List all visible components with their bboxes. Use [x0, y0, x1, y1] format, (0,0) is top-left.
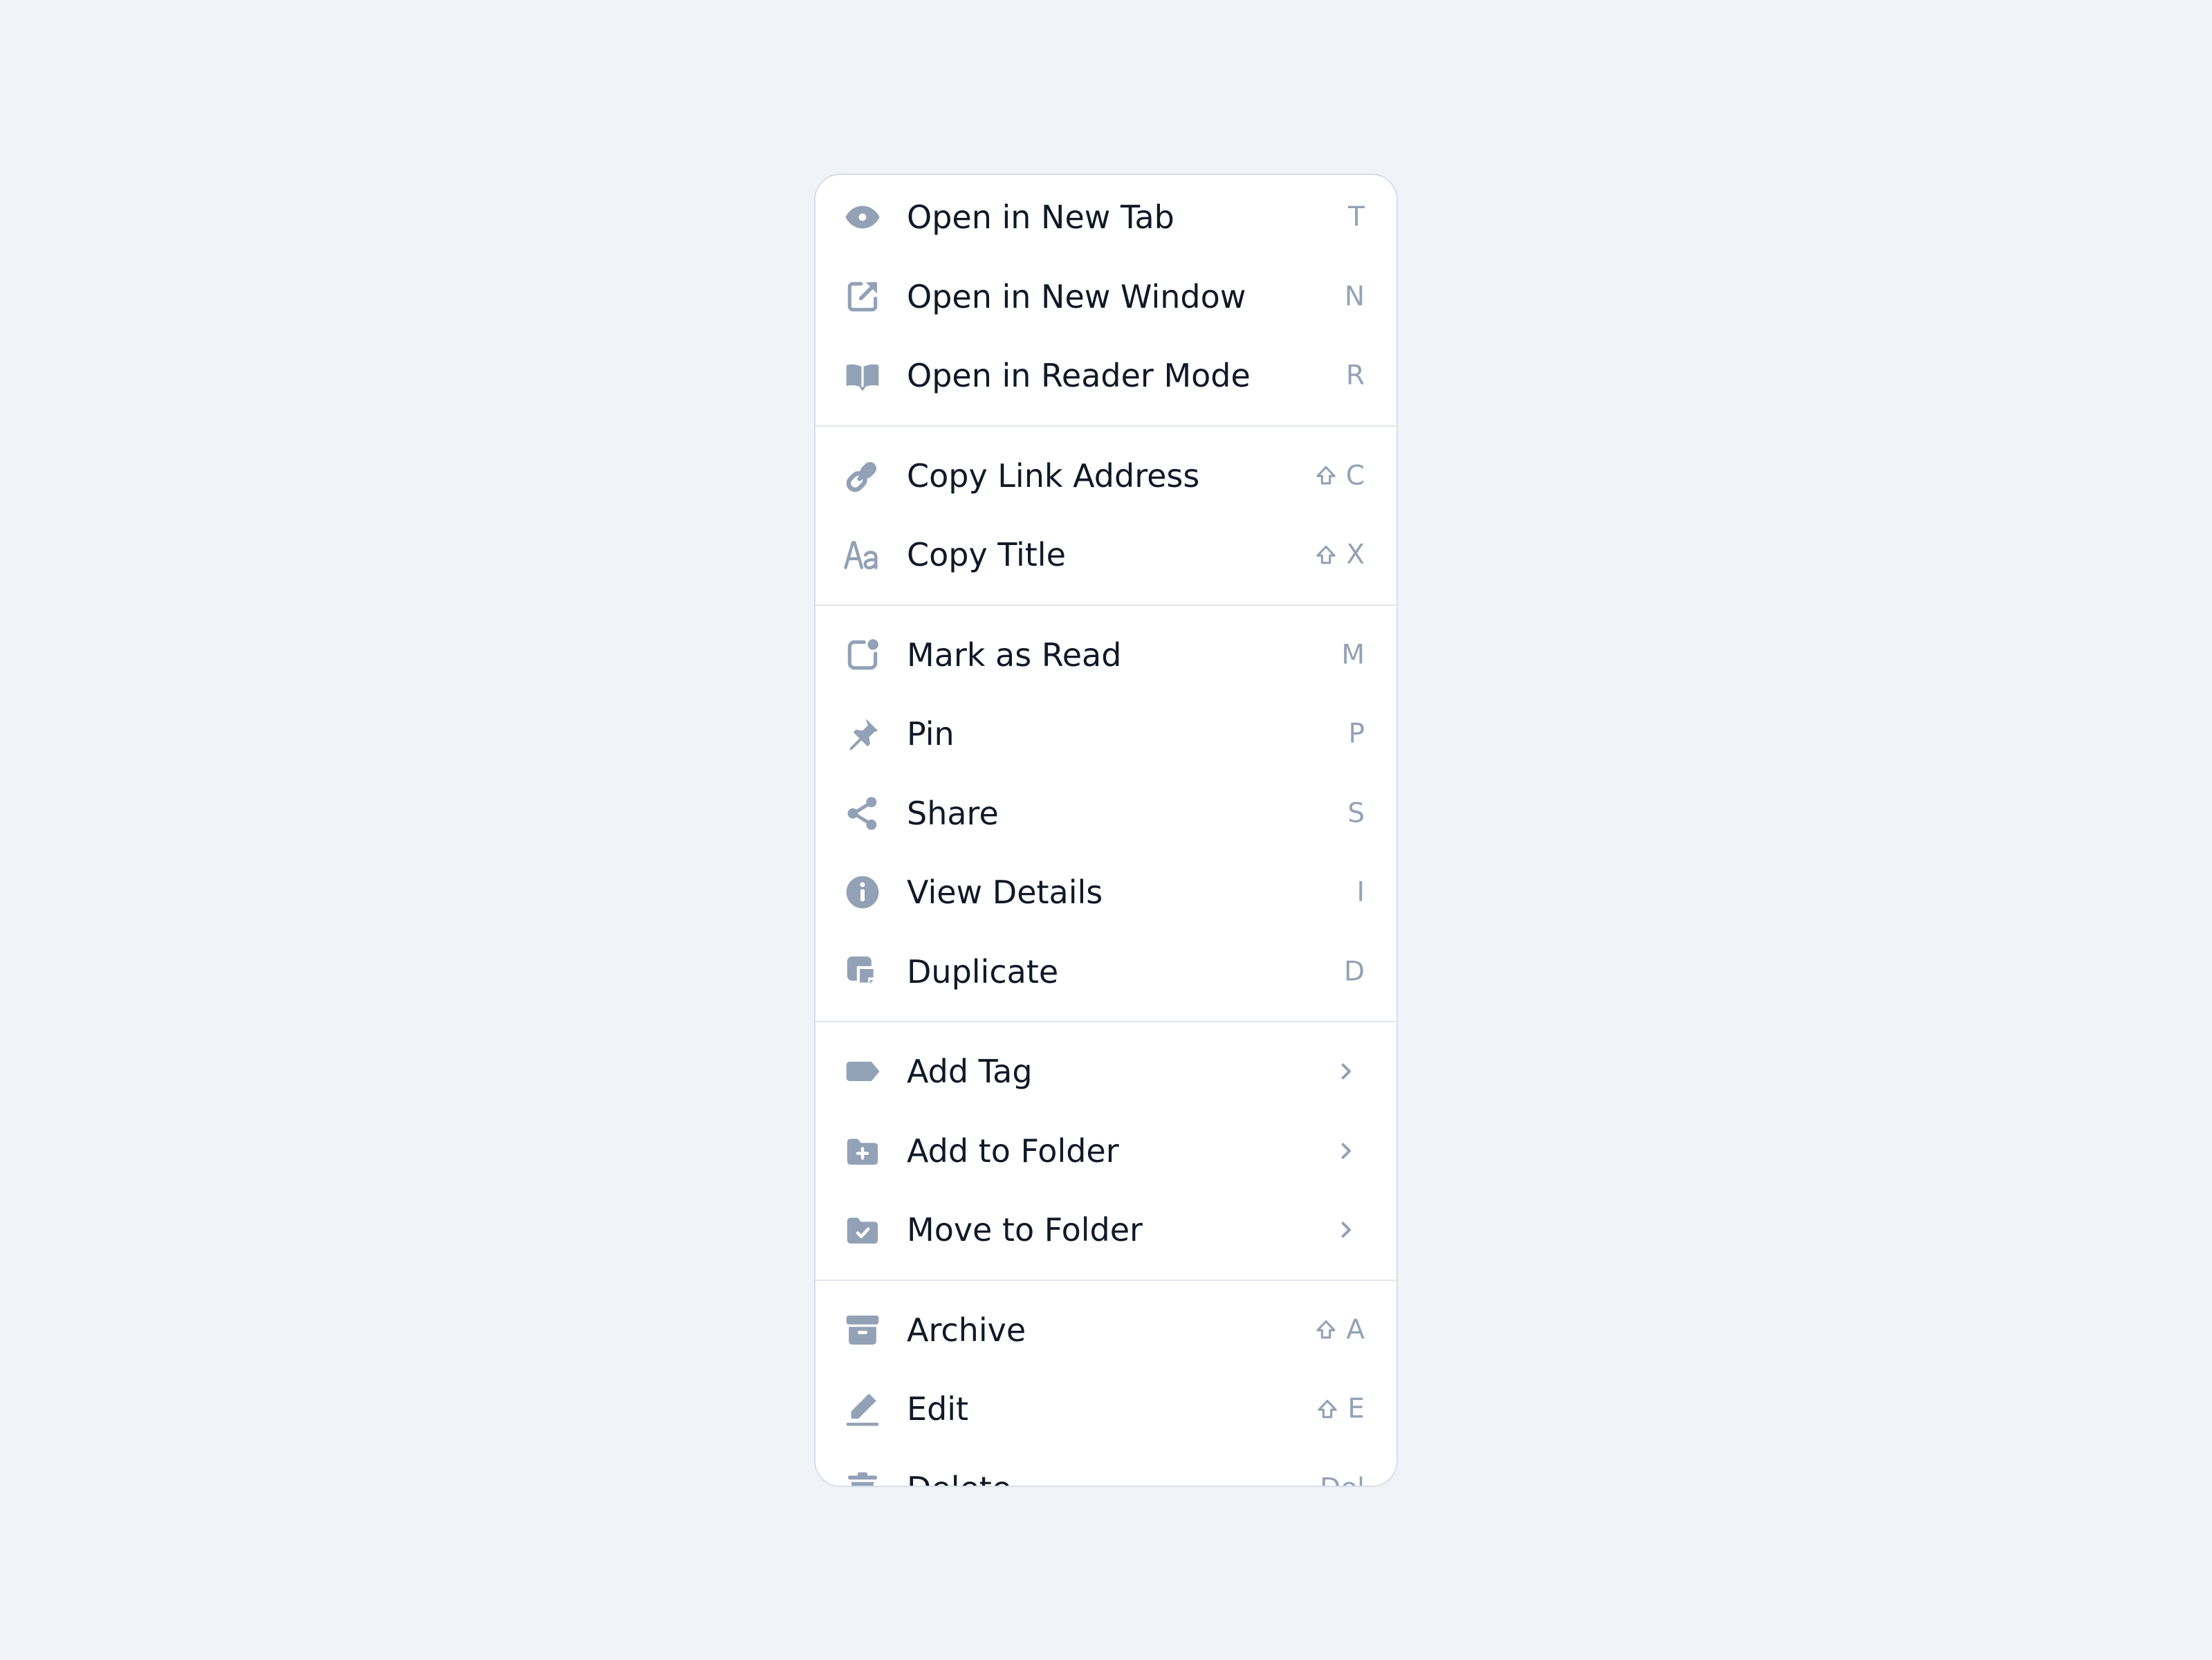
- shift-key-icon: [1314, 464, 1338, 488]
- trash-icon: [843, 1469, 882, 1486]
- shortcut-text: E: [1347, 1393, 1365, 1425]
- menu-item-share[interactable]: Share S: [815, 774, 1397, 854]
- menu-item-label: Copy Link Address: [907, 456, 1200, 495]
- menu-item-label: Move to Folder: [907, 1211, 1143, 1249]
- external-link-icon: [843, 277, 882, 316]
- shortcut-text: C: [1345, 460, 1365, 492]
- shortcut-key: D: [1344, 958, 1365, 985]
- shortcut-text: T: [1348, 201, 1365, 233]
- shift-key-icon: [1314, 543, 1338, 566]
- chevron-right-icon: [1336, 1141, 1356, 1161]
- shortcut-key: N: [1345, 283, 1365, 310]
- context-menu: Open in New Tab T Open in New Window N O…: [814, 174, 1398, 1487]
- shortcut-key: T: [1348, 204, 1365, 231]
- menu-item-label: Open in New Tab: [907, 199, 1174, 237]
- menu-item-label: Edit: [907, 1390, 969, 1428]
- shortcut-key: S: [1347, 800, 1365, 827]
- tag-icon: [843, 1052, 882, 1091]
- badge-dot-icon: [843, 636, 882, 674]
- text-aa-icon: [843, 535, 882, 574]
- shift-key-icon: [1316, 1397, 1339, 1421]
- menu-item-label: View Details: [907, 874, 1103, 912]
- shortcut-text: I: [1356, 876, 1365, 908]
- pencil-icon: [843, 1390, 882, 1428]
- menu-item-label: Share: [907, 794, 999, 832]
- menu-item-label: Pin: [907, 715, 955, 753]
- menu-item-label: Archive: [907, 1311, 1026, 1349]
- menu-item-open-in-reader-mode[interactable]: Open in Reader Mode R: [815, 336, 1397, 416]
- shortcut-key: I: [1356, 879, 1365, 906]
- menu-group: Add Tag Add to Folder Move to Folder: [815, 1021, 1397, 1280]
- shortcut-key: Del: [1320, 1475, 1365, 1486]
- share-icon: [843, 794, 882, 833]
- menu-item-add-to-folder[interactable]: Add to Folder: [815, 1112, 1397, 1191]
- menu-item-pin[interactable]: Pin P: [815, 694, 1397, 774]
- shortcut-text: M: [1341, 639, 1365, 671]
- menu-item-open-in-new-window[interactable]: Open in New Window N: [815, 257, 1397, 337]
- shortcut-text: P: [1348, 718, 1365, 750]
- shortcut-text: S: [1347, 797, 1365, 829]
- menu-item-archive[interactable]: Archive A: [815, 1291, 1397, 1370]
- folder-check-icon: [843, 1210, 882, 1249]
- menu-item-edit[interactable]: Edit E: [815, 1370, 1397, 1449]
- shortcut-text: R: [1345, 360, 1365, 391]
- menu-item-label: Copy Title: [907, 536, 1066, 574]
- shortcut-text: Del: [1320, 1475, 1365, 1486]
- menu-item-label: Add to Folder: [907, 1132, 1119, 1170]
- shortcut-key: R: [1346, 362, 1365, 389]
- archive-icon: [843, 1311, 882, 1349]
- shortcut-key: C: [1314, 462, 1365, 489]
- shortcut-text: N: [1344, 281, 1365, 313]
- book-open-icon: [843, 356, 882, 395]
- shortcut-key: X: [1314, 542, 1365, 569]
- duplicate-icon: [843, 952, 882, 991]
- menu-item-view-details[interactable]: View Details I: [815, 853, 1397, 932]
- menu-item-label: Delete: [907, 1473, 1011, 1486]
- shortcut-text: X: [1346, 539, 1365, 571]
- shortcut-key: P: [1348, 721, 1365, 748]
- menu-item-move-to-folder[interactable]: Move to Folder: [815, 1190, 1397, 1270]
- pin-icon: [843, 714, 882, 753]
- menu-item-label: Add Tag: [907, 1053, 1033, 1091]
- menu-item-mark-as-read[interactable]: Mark as Read M: [815, 616, 1397, 695]
- menu-item-duplicate[interactable]: Duplicate D: [815, 932, 1397, 1012]
- menu-item-label: Duplicate: [907, 952, 1059, 990]
- info-icon: [843, 873, 882, 912]
- menu-group: Open in New Tab T Open in New Window N O…: [815, 175, 1397, 425]
- menu-group: Mark as Read M Pin P Share S View Detail…: [815, 604, 1397, 1022]
- shortcut-key: M: [1341, 641, 1365, 668]
- shortcut-key: E: [1316, 1396, 1365, 1423]
- eye-icon: [843, 198, 882, 237]
- menu-item-delete[interactable]: Delete Del: [815, 1449, 1397, 1486]
- menu-group: Copy Link Address C Copy Title X: [815, 425, 1397, 605]
- menu-item-open-in-new-tab[interactable]: Open in New Tab T: [815, 178, 1397, 257]
- folder-plus-icon: [843, 1132, 882, 1170]
- menu-item-label: Mark as Read: [907, 636, 1122, 674]
- menu-group: Archive A Edit E Delete Del: [815, 1279, 1397, 1486]
- menu-item-copy-title[interactable]: Copy Title X: [815, 515, 1397, 595]
- link-icon: [843, 456, 882, 495]
- menu-item-copy-link-address[interactable]: Copy Link Address C: [815, 436, 1397, 516]
- shortcut-key: A: [1314, 1316, 1365, 1343]
- shortcut-text: A: [1346, 1314, 1365, 1346]
- shift-key-icon: [1314, 1318, 1338, 1342]
- menu-item-label: Open in New Window: [907, 277, 1246, 315]
- chevron-right-icon: [1336, 1061, 1356, 1082]
- shortcut-text: D: [1343, 956, 1365, 988]
- menu-item-label: Open in Reader Mode: [907, 357, 1251, 395]
- chevron-right-icon: [1336, 1219, 1356, 1240]
- menu-item-add-tag[interactable]: Add Tag: [815, 1032, 1397, 1112]
